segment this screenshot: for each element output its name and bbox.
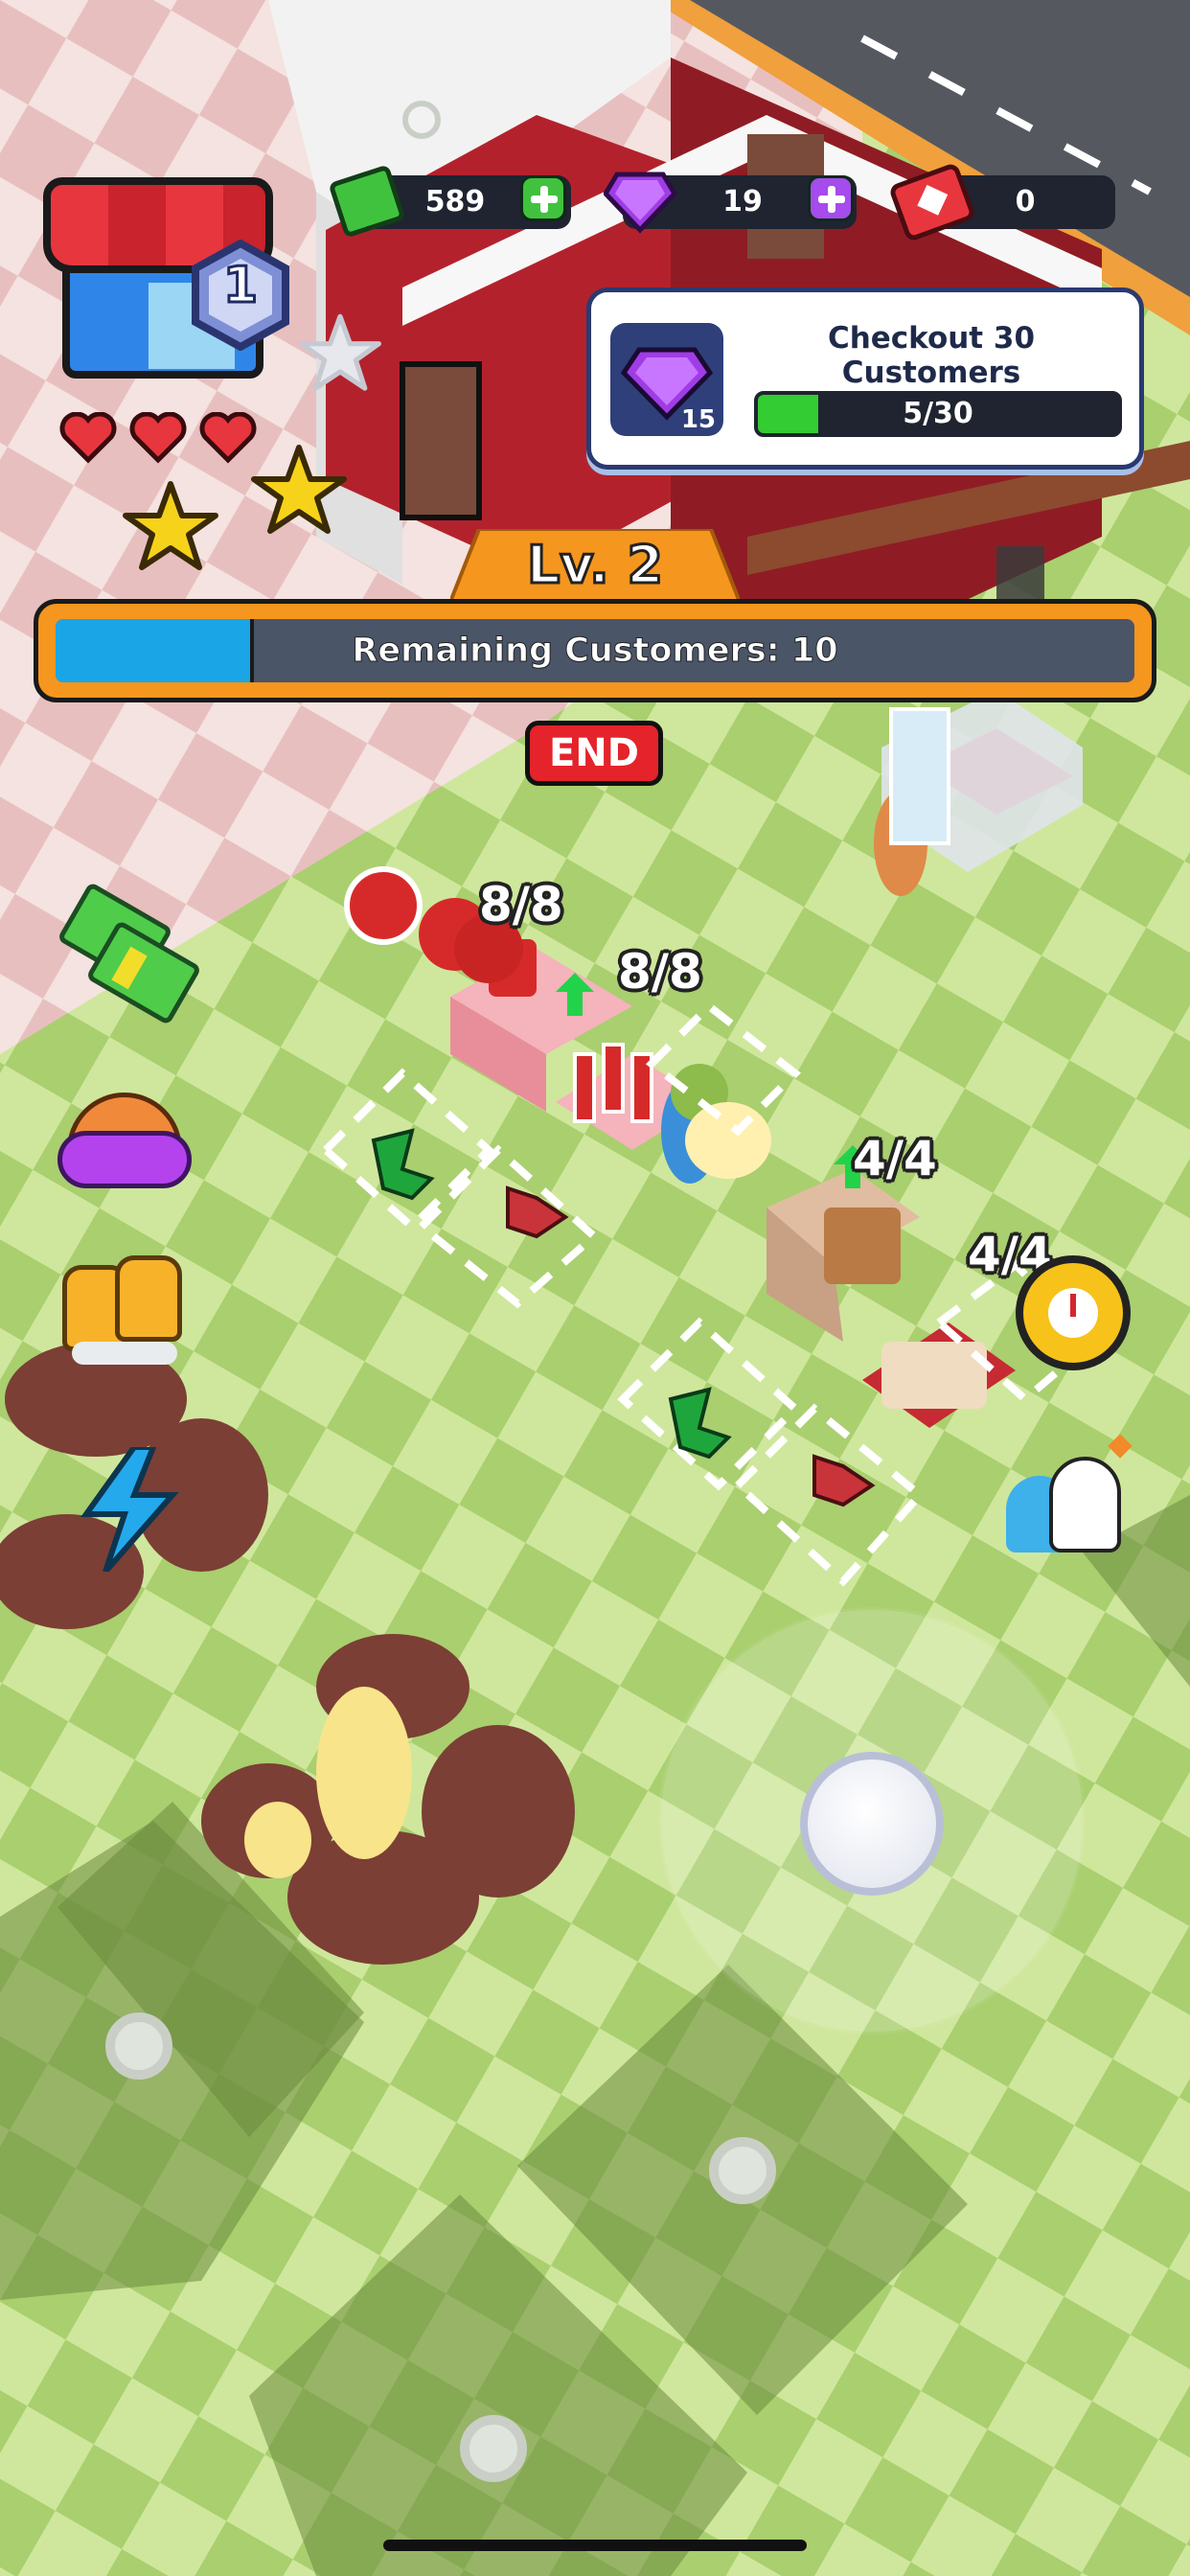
shop-level-badge: 1 [190,239,291,352]
heart-icon [199,411,257,464]
gem-pot-icon[interactable] [57,1083,192,1198]
lightning-icon[interactable] [77,1444,182,1574]
star-icon [251,443,347,542]
level-tab: Lv. 2 [447,527,743,604]
cash-stack-icon[interactable] [57,881,202,1026]
add-gems-button[interactable] [808,175,854,221]
star-icon [299,312,381,399]
tickets-value: 0 [1015,185,1036,218]
boots-icon[interactable] [62,1255,187,1370]
game-scene: 8/8 8/8 4/4 4/4 1 589 19 0 15 Checkout 3… [0,0,1190,2576]
stopwatch-icon[interactable] [1016,1255,1131,1370]
ghost-icon[interactable] [1006,1434,1133,1562]
joystick-knob-icon[interactable] [800,1752,944,1896]
end-button[interactable]: END [525,721,663,786]
cash-value: 589 [424,185,486,218]
level-progress-bar: Remaining Customers: 10 [34,599,1156,702]
star-icon [123,479,218,579]
lock-icon[interactable] [460,2415,527,2482]
add-cash-button[interactable] [520,175,566,221]
tomato-counter: 8/8 [479,877,563,932]
lock-icon [402,101,441,139]
lock-icon[interactable] [105,2012,172,2080]
heart-icon [129,411,187,464]
bread-counter: 4/4 [853,1131,937,1186]
gems-value: 19 [722,185,763,218]
heart-icon [59,411,117,464]
drink-counter: 8/8 [618,944,702,1000]
quest-reward-count: 15 [680,405,716,434]
remaining-customers-text: Remaining Customers: 10 [352,632,838,671]
quest-reward-box: 15 [610,323,723,436]
level-label: Lv. 2 [525,534,664,597]
lock-icon[interactable] [709,2137,776,2204]
shop-level-text: 1 [221,256,259,316]
quest-title: Checkout 30 Customers [827,321,1036,390]
quest-progress-text: 5/30 [903,397,973,430]
gem-icon [602,171,678,234]
quest-progress-bar: 5/30 [754,391,1122,437]
quest-panel[interactable]: 15 Checkout 30 Customers 5/30 [586,288,1144,470]
